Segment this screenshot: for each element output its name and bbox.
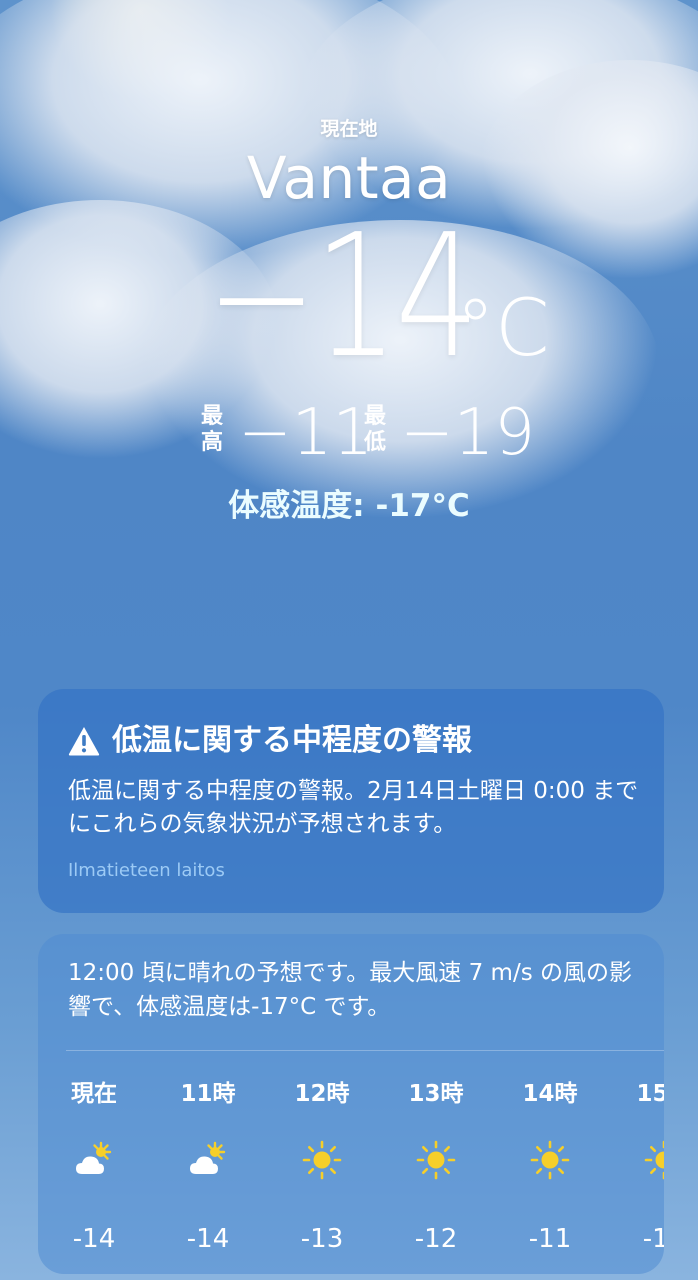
hour-item: 13時 -12 [388,1074,484,1264]
hourly-forecast-card[interactable]: 12:00 頃に晴れの予想です。最大風速 7 m/s の風の影響で、体感温度は-… [38,934,664,1274]
high-label-top: 最 [200,404,223,429]
sun-icon [302,1140,342,1180]
hour-temperature: -14 [72,1224,116,1254]
alert-source[interactable]: Ilmatieteen laitos [68,860,225,881]
high-temperature: −11 [238,396,374,470]
temperature-unit: °C [456,284,550,374]
high-label-bottom: 高 [200,430,223,455]
hourly-forecast-list[interactable]: 現在 -14 11時 -14 12時 -13 13時 -12 14時 -11 1… [38,1074,664,1264]
sun-icon [644,1140,664,1180]
partly-sunny-icon [190,1141,226,1174]
hour-time: 12時 [294,1081,350,1107]
alert-title: 低温に関する中程度の警報 [112,723,472,758]
hour-temperature: -13 [300,1224,344,1254]
hour-time: 11時 [180,1081,236,1107]
hour-item: 15時 -12 [616,1074,664,1264]
hour-time: 13時 [408,1081,464,1107]
low-label-bottom: 低 [363,430,386,455]
hour-temperature: -14 [186,1224,230,1254]
location-label: 現在地 [320,118,378,140]
hour-temperature: -12 [414,1224,458,1254]
hour-time: 15時 [636,1081,664,1107]
hour-time: 現在 [71,1081,117,1107]
low-temperature: −19 [400,396,536,470]
hour-temperature: -12 [642,1224,664,1254]
hour-item: 11時 -14 [160,1074,256,1264]
forecast-summary: 12:00 頃に晴れの予想です。最大風速 7 m/s の風の影響で、体感温度は-… [68,960,632,1020]
sun-icon [416,1140,456,1180]
sun-icon [530,1140,570,1180]
hour-item: 現在 -14 [46,1074,142,1264]
partly-sunny-icon [76,1141,112,1174]
alert-body: 低温に関する中程度の警報。2月14日土曜日 0:00 までにこれらの気象状況が予… [68,778,639,837]
hour-item: 14時 -11 [502,1074,598,1264]
hour-time: 14時 [522,1081,578,1107]
current-temperature: −14 [0,212,698,382]
hour-temperature: -11 [528,1224,572,1254]
divider [66,1050,664,1051]
feels-like-temperature: 体感温度: -17°C [228,488,470,524]
alert-title-row: 低温に関する中程度の警報 [68,723,472,759]
high-low-temperatures: 最 高 −11 最 低 −19 [0,398,698,468]
warning-triangle-icon [68,727,100,756]
hour-item: 12時 -13 [274,1074,370,1264]
temperature-value: −14 [206,198,480,396]
low-label-top: 最 [363,404,386,429]
